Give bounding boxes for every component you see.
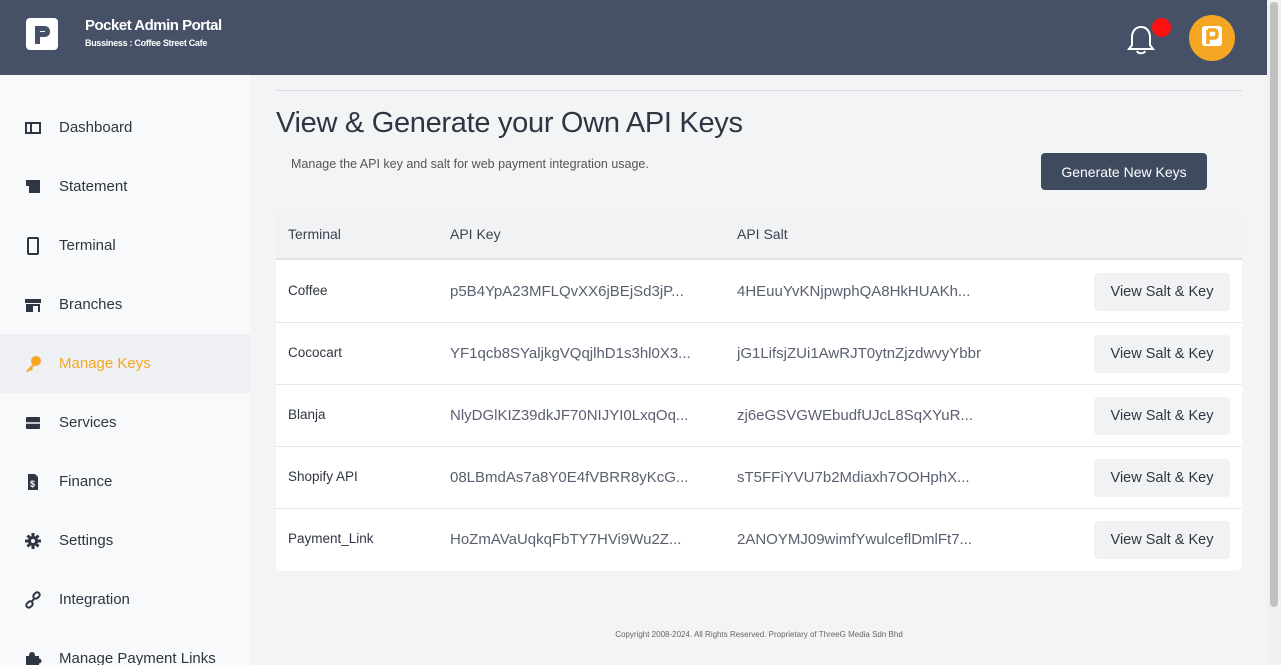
sidebar-item-label: Manage Payment Links [59,650,216,665]
generate-new-keys-button[interactable]: Generate New Keys [1041,153,1207,190]
view-salt-key-button[interactable]: View Salt & Key [1094,397,1230,435]
sidebar-item-services[interactable]: Services [0,393,250,452]
sidebar-item-label: Terminal [59,237,116,254]
api-key-cell: HoZmAVaUqkqFbTY7HVi9Wu2Z... [450,531,682,548]
api-key-cell: 08LBmdAs7a8Y0E4fVBRR8yKcG... [450,469,689,486]
scroll-thumb[interactable] [1270,2,1278,607]
sidebar-item-settings[interactable]: Settings [0,511,250,570]
link-icon [25,590,41,609]
logo-icon[interactable] [26,18,58,50]
dashboard-icon [25,121,41,134]
finance-icon: $ [28,473,38,490]
page-subtitle: Manage the API key and salt for web paym… [291,157,649,171]
puzzle-icon [26,651,42,665]
sidebar-item-finance[interactable]: $ Finance [0,452,250,511]
sidebar-item-manage-payment-links[interactable]: Manage Payment Links [0,629,250,665]
sidebar-item-label: Statement [59,178,128,195]
sidebar-item-label: Dashboard [59,119,133,136]
notification-badge [1152,18,1171,37]
sidebar-item-integration[interactable]: Integration [0,570,250,629]
copyright-text: Copyright 2008-2024. All Rights Reserved… [615,630,903,639]
sidebar-item-branches[interactable]: Branches [0,275,250,334]
view-salt-key-button[interactable]: View Salt & Key [1094,335,1230,373]
services-icon [26,416,40,429]
terminal-cell: Blanja [288,407,326,422]
avatar[interactable] [1189,15,1235,61]
view-salt-key-button[interactable]: View Salt & Key [1094,273,1230,311]
api-salt-cell: 4HEuuYvKNjpwphQA8HkHUAKh... [737,283,971,300]
sidebar-item-statement[interactable]: Statement [0,157,250,216]
sidebar-item-label: Finance [59,473,113,490]
sidebar-item-manage-keys[interactable]: Manage Keys [0,334,250,393]
sidebar: Dashboard Statement Terminal Branches Ma… [0,75,250,665]
api-key-cell: YF1qcb8SYaljkgVQqjlhD1s3hl0X3... [450,345,691,362]
store-icon [25,298,41,312]
terminal-cell: Coffee [288,283,328,298]
view-salt-key-button[interactable]: View Salt & Key [1094,459,1230,497]
sidebar-item-terminal[interactable]: Terminal [0,216,250,275]
terminal-icon [27,236,39,255]
view-salt-key-button[interactable]: View Salt & Key [1094,521,1230,559]
sidebar-item-dashboard[interactable]: Dashboard [0,98,250,157]
column-header-terminal: Terminal [288,226,341,242]
api-key-cell: NlyDGlKIZ39dkJF70NIJYI0LxqOq... [450,407,689,424]
table-row: Blanja NlyDGlKIZ39dkJF70NIJYI0LxqOq... z… [276,385,1242,447]
divider [276,90,1242,91]
api-key-cell: p5B4YpA23MFLQvXX6jBEjSd3jP... [450,283,684,300]
table-row: Cococart YF1qcb8SYaljkgVQqjlhD1s3hl0X3..… [276,323,1242,385]
column-header-api-salt: API Salt [737,226,788,242]
table-header: Terminal API Key API Salt [276,209,1242,260]
sidebar-item-label: Settings [59,532,114,549]
terminal-cell: Shopify API [288,469,358,484]
top-bar: Pocket Admin Portal Bussiness : Coffee S… [0,0,1267,75]
sidebar-item-label: Manage Keys [59,355,151,372]
sidebar-item-label: Services [59,414,117,431]
api-salt-cell: 2ANOYMJ09wimfYwulceflDmlFt7... [737,531,973,548]
sidebar-item-label: Branches [59,296,123,313]
statement-icon [26,179,40,193]
table-row: Coffee p5B4YpA23MFLQvXX6jBEjSd3jP... 4HE… [276,261,1242,323]
table-row: Shopify API 08LBmdAs7a8Y0E4fVBRR8yKcG...… [276,447,1242,509]
app-title: Pocket Admin Portal [85,17,222,34]
api-keys-table: Terminal API Key API Salt Coffee p5B4YpA… [276,209,1242,571]
scrollbar[interactable] [1267,0,1281,665]
api-salt-cell: zj6eGSVGWEbudfUJcL8SqXYuR... [737,407,973,424]
key-icon [26,355,41,372]
column-header-api-key: API Key [450,226,501,242]
avatar-logo-icon [1202,26,1222,46]
api-salt-cell: sT5FFiYVU7b2Mdiaxh7OOHphX... [737,469,970,486]
api-salt-cell: jG1LifsjZUi1AwRJT0ytnZjzdwvyYbbr [737,345,981,362]
business-name: Bussiness : Coffee Street Cafe [85,38,208,48]
page-title: View & Generate your Own API Keys [276,107,743,139]
svg-text:$: $ [30,479,35,489]
gear-icon [25,532,41,549]
sidebar-item-label: Integration [59,591,130,608]
terminal-cell: Payment_Link [288,531,374,546]
table-row: Payment_Link HoZmAVaUqkqFbTY7HVi9Wu2Z...… [276,509,1242,571]
terminal-cell: Cococart [288,345,343,360]
